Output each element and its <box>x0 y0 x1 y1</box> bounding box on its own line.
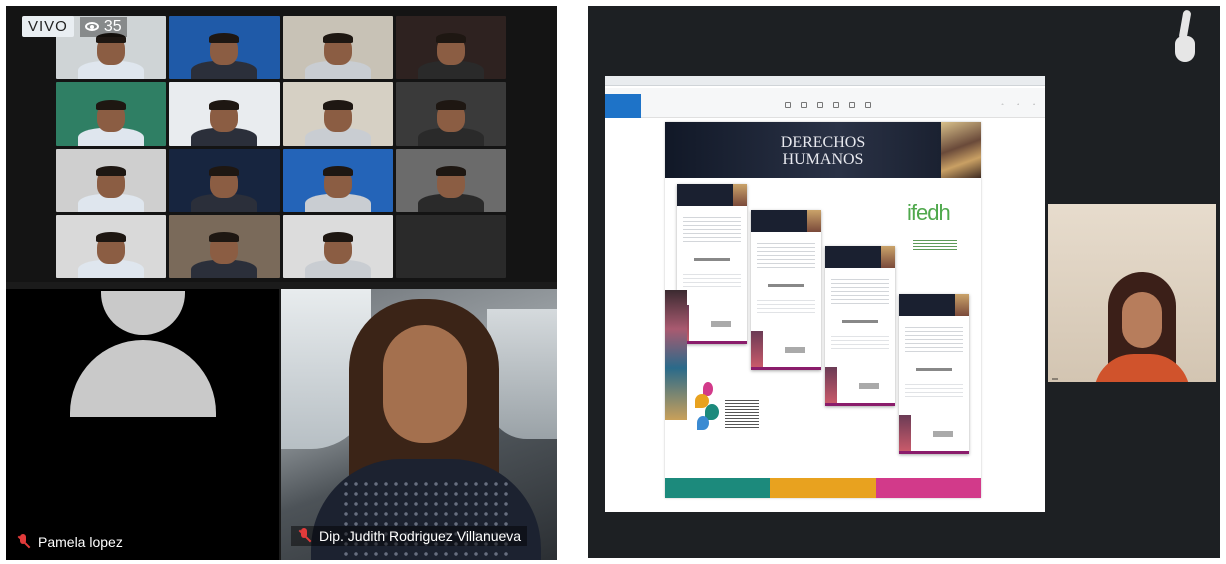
video-tile-judith[interactable]: Dip. Judith Rodriguez Villanueva <box>281 289 557 560</box>
viewer-count: 35 <box>79 16 127 37</box>
edit-icon[interactable]: ▫ <box>1017 102 1019 108</box>
live-indicator: VIVO 35 <box>22 16 127 37</box>
participant-nametag: Pamela lopez <box>16 534 123 550</box>
avatar-placeholder-body <box>70 340 216 417</box>
participant-tile[interactable] <box>56 148 167 212</box>
document-banner: DERECHOS HUMANOS <box>665 122 981 178</box>
mic-muted-icon <box>297 528 311 544</box>
tool-icon[interactable] <box>849 102 855 108</box>
viewer-count-value: 35 <box>103 17 122 35</box>
stripe-segment <box>875 478 981 498</box>
gallery-view: VIVO 35 <box>6 6 557 282</box>
participant-tile[interactable] <box>169 82 280 146</box>
participant-grid <box>56 16 506 278</box>
stripe-segment <box>770 478 876 498</box>
screen-share-panel: ▫ ▫ ▫ DERECHOS HUMANOS ifedh <box>588 6 1220 558</box>
participant-name: Pamela lopez <box>38 534 123 550</box>
tool-icon[interactable] <box>785 102 791 108</box>
video-tile-pamela[interactable]: Pamela lopez <box>6 289 279 560</box>
toolbar-right-actions: ▫ ▫ ▫ <box>1002 102 1035 108</box>
program-card <box>751 210 821 370</box>
participant-tile[interactable] <box>282 214 393 278</box>
more-icon[interactable]: ▫ <box>1033 102 1035 108</box>
shared-screen: ▫ ▫ ▫ DERECHOS HUMANOS ifedh <box>605 76 1045 512</box>
share-icon[interactable]: ▫ <box>1002 102 1004 108</box>
participant-tile[interactable] <box>56 214 167 278</box>
tool-icon[interactable] <box>865 102 871 108</box>
participant-tile[interactable] <box>169 214 280 278</box>
tool-icon[interactable] <box>801 102 807 108</box>
divider <box>563 0 588 564</box>
video-tile-host[interactable] <box>1048 204 1216 382</box>
participant-name: Dip. Judith Rodriguez Villanueva <box>319 528 522 544</box>
participant-tile[interactable] <box>282 82 393 146</box>
toolbar-tools <box>785 102 871 108</box>
cdh-logo-text <box>725 398 759 428</box>
participant-tile[interactable] <box>395 82 506 146</box>
eye-icon <box>84 22 99 31</box>
ifedh-logo-subtitle <box>913 238 957 252</box>
avatar-placeholder-head <box>101 291 185 335</box>
participant-nametag: Dip. Judith Rodriguez Villanueva <box>291 526 528 546</box>
mic-muted-icon <box>16 534 30 550</box>
program-card <box>825 246 895 406</box>
participant-tile[interactable] <box>395 214 506 278</box>
participant-tile[interactable] <box>282 148 393 212</box>
viewer-toolbar: ▫ ▫ ▫ <box>605 88 1045 118</box>
stripe-segment <box>665 478 771 498</box>
cdh-logo <box>695 382 721 432</box>
participant-tile[interactable] <box>169 16 280 80</box>
window-titlebar <box>605 76 1045 86</box>
banner-title: DERECHOS HUMANOS <box>780 134 866 168</box>
host-nametag <box>1052 378 1058 380</box>
participant-tile[interactable] <box>282 16 393 80</box>
participant-tile[interactable] <box>395 148 506 212</box>
banner-art <box>941 122 981 178</box>
live-badge: VIVO <box>22 16 74 37</box>
raised-hand-icon <box>1172 9 1198 70</box>
tool-icon[interactable] <box>817 102 823 108</box>
participant-tile[interactable] <box>56 82 167 146</box>
zoom-gallery-panel: VIVO 35 Pamela lopez Dip. Judith Rodrigu… <box>6 6 557 560</box>
color-stripe <box>665 478 981 498</box>
tool-icon[interactable] <box>833 102 839 108</box>
ifedh-logo: ifedh <box>907 200 951 225</box>
participant-tile[interactable] <box>169 148 280 212</box>
program-card <box>677 184 747 344</box>
side-artwork <box>665 290 687 420</box>
speaker-blouse-pattern <box>341 479 511 560</box>
host-face <box>1122 292 1162 348</box>
program-card <box>899 294 969 454</box>
toolbar-active-button[interactable] <box>605 94 641 118</box>
participant-tile[interactable] <box>395 16 506 80</box>
speaker-face <box>383 325 467 443</box>
document-page: DERECHOS HUMANOS ifedh <box>665 122 981 498</box>
